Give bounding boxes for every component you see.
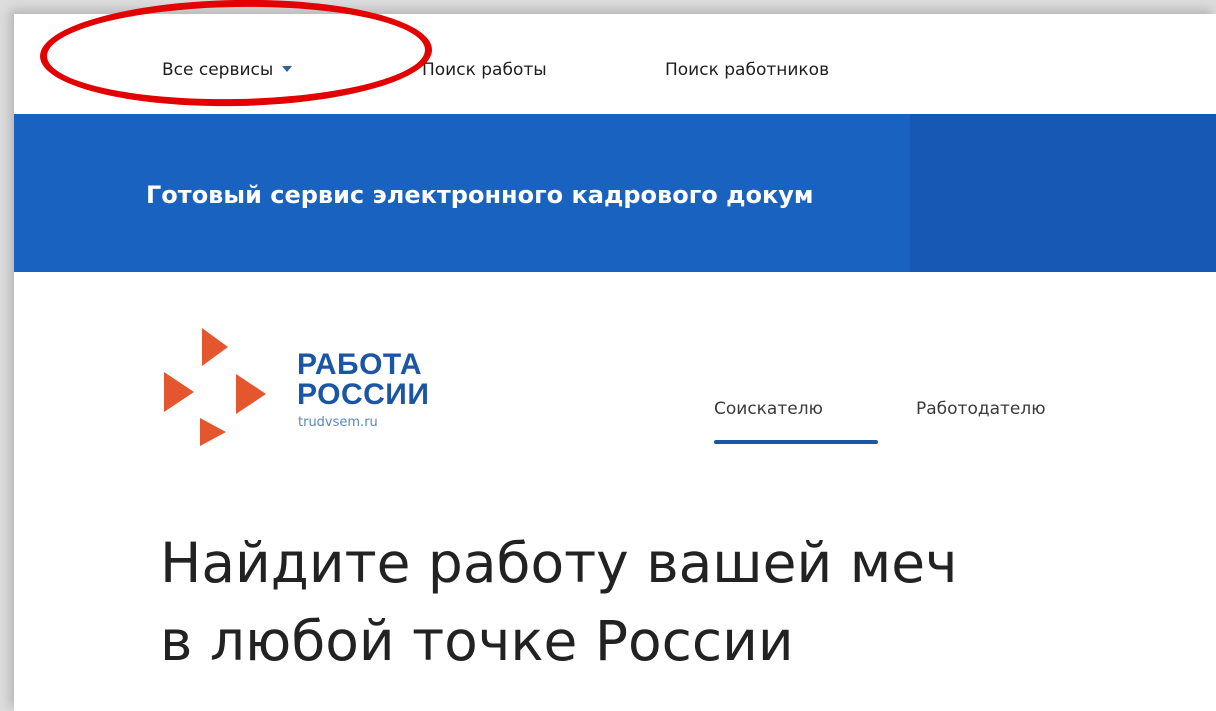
logo-line-2: РОССИИ: [297, 378, 430, 411]
caret-down-icon: [282, 66, 293, 72]
top-navigation: Все сервисы Поиск работы Поиск работнико…: [14, 14, 1216, 114]
tab-employer[interactable]: Работодателю: [916, 399, 1046, 419]
page-headline: Найдите работу вашей меч в любой точке Р…: [160, 524, 958, 680]
web-page: Все сервисы Поиск работы Поиск работнико…: [14, 14, 1216, 711]
logo-line-1: РАБОТА: [297, 348, 423, 381]
headline-line-2: в любой точке России: [160, 609, 794, 673]
job-search-link[interactable]: Поиск работы: [422, 60, 547, 80]
promo-banner[interactable]: Готовый сервис электронного кадрового до…: [14, 114, 1216, 272]
all-services-menu[interactable]: Все сервисы: [162, 60, 293, 80]
banner-shade: [910, 114, 1216, 272]
worker-search-link[interactable]: Поиск работников: [665, 60, 829, 80]
tab-job-seeker[interactable]: Соискателю: [714, 399, 823, 419]
logo-title[interactable]: РАБОТА РОССИИ: [297, 350, 429, 410]
all-services-label: Все сервисы: [162, 60, 274, 80]
logo-url: trudvsem.ru: [298, 415, 378, 430]
headline-line-1: Найдите работу вашей меч: [160, 531, 958, 595]
banner-text: Готовый сервис электронного кадрового до…: [146, 181, 814, 209]
arrows-logo-icon[interactable]: [160, 326, 280, 448]
active-tab-indicator: [714, 440, 878, 444]
screenshot-frame: Все сервисы Поиск работы Поиск работнико…: [0, 0, 1216, 711]
